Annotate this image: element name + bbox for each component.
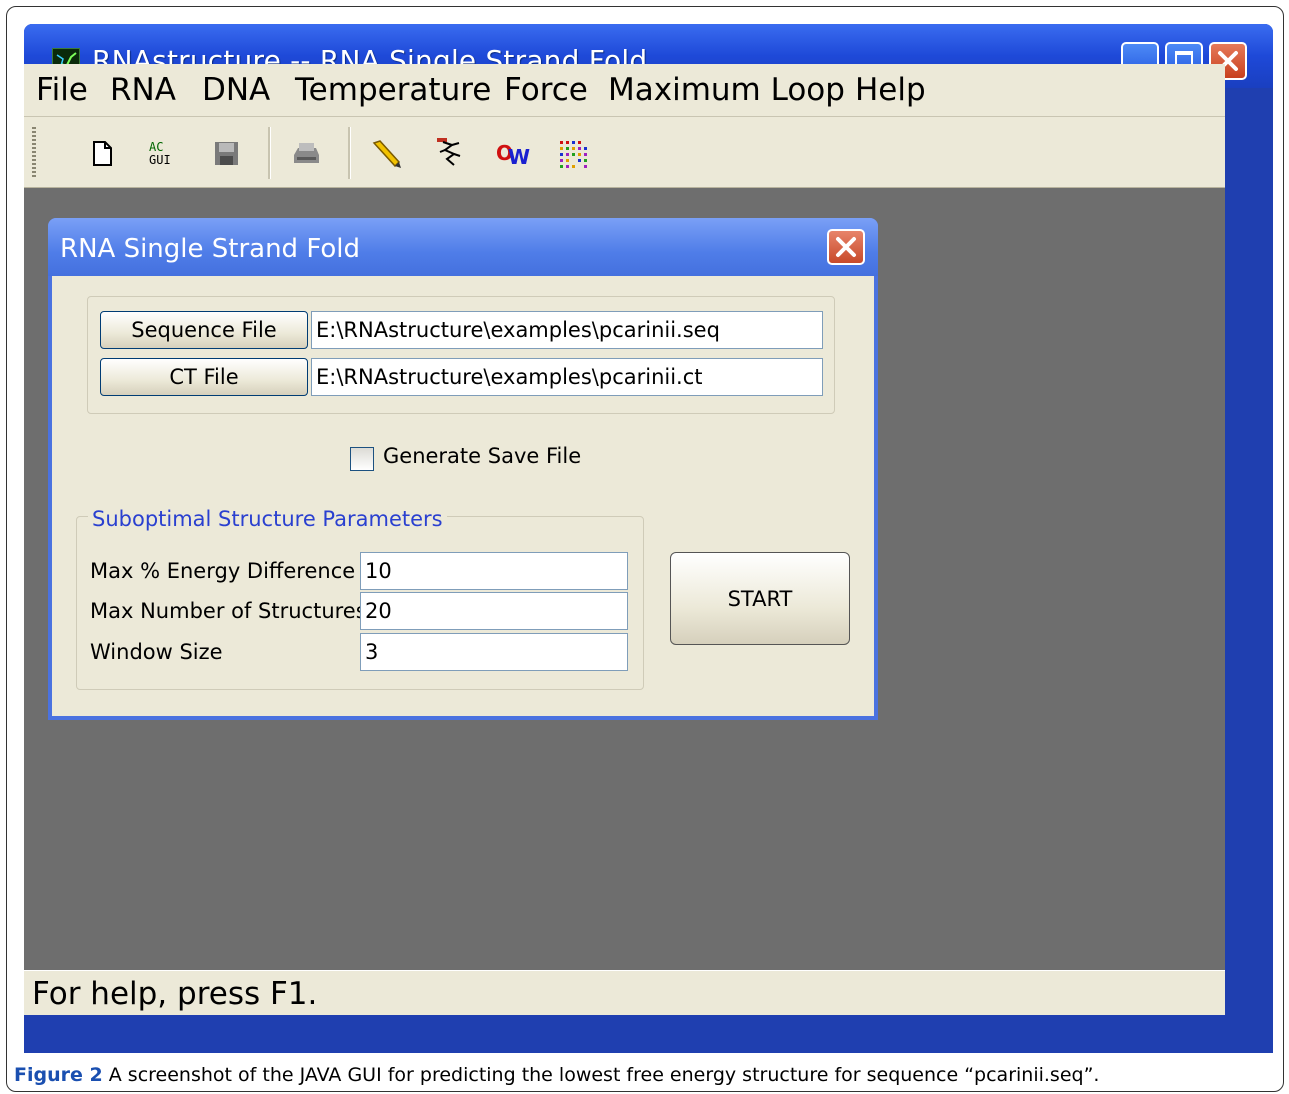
toolbar-separator	[348, 127, 351, 179]
toolbar-grip[interactable]	[32, 127, 36, 177]
draw-structure-icon[interactable]	[432, 135, 468, 171]
window-size-label: Window Size	[90, 640, 223, 664]
dot-plot-icon[interactable]	[556, 135, 592, 171]
svg-text:W: W	[508, 145, 530, 169]
menu-temperature[interactable]: Temperature	[295, 72, 491, 108]
menu-maximum-loop[interactable]: Maximum Loop	[608, 72, 845, 108]
dialog-body: Sequence File E:\RNAstructure\examples\p…	[52, 276, 874, 716]
pencil-icon[interactable]	[368, 135, 404, 171]
statusbar: For help, press F1.	[24, 970, 1225, 1015]
dialog-close-button[interactable]	[827, 229, 865, 265]
menubar: File RNA DNA Temperature Force Maximum L…	[24, 64, 1225, 117]
status-text: For help, press F1.	[32, 976, 318, 1012]
sequence-file-field[interactable]: E:\RNAstructure\examples\pcarinii.seq	[311, 311, 823, 349]
menu-help[interactable]: Help	[855, 72, 926, 108]
sequence-gui-icon[interactable]: AC GUI	[144, 135, 180, 171]
toolbar: AC GUI OW	[24, 117, 1225, 188]
dialog-title: RNA Single Strand Fold	[60, 234, 360, 264]
start-button[interactable]: START	[670, 552, 850, 645]
max-energy-label: Max % Energy Difference	[90, 559, 356, 583]
menu-dna[interactable]: DNA	[202, 72, 270, 108]
new-file-icon[interactable]	[84, 135, 120, 171]
ct-file-button[interactable]: CT File	[100, 358, 308, 396]
menu-force[interactable]: Force	[504, 72, 588, 108]
window-size-field[interactable]: 3	[360, 633, 628, 671]
ct-file-field[interactable]: E:\RNAstructure\examples\pcarinii.ct	[311, 358, 823, 396]
sequence-file-button[interactable]: Sequence File	[100, 311, 308, 349]
print-icon[interactable]	[288, 135, 324, 171]
svg-text:GUI: GUI	[149, 153, 171, 167]
caption-label: Figure 2	[14, 1064, 103, 1086]
generate-save-file-checkbox[interactable]	[350, 447, 374, 471]
dialog-titlebar[interactable]: RNA Single Strand Fold	[48, 218, 878, 276]
suboptimal-legend: Suboptimal Structure Parameters	[88, 507, 447, 531]
max-structures-field[interactable]: 20	[360, 592, 628, 630]
menu-file[interactable]: File	[36, 72, 88, 108]
figure-caption: Figure 2 A screenshot of the JAVA GUI fo…	[14, 1064, 1099, 1086]
toolbar-separator	[268, 127, 271, 179]
max-energy-field[interactable]: 10	[360, 552, 628, 590]
caption-text: A screenshot of the JAVA GUI for predict…	[102, 1064, 1100, 1086]
close-icon	[836, 237, 856, 257]
generate-save-file-label: Generate Save File	[383, 444, 582, 468]
svg-text:AC: AC	[149, 140, 163, 154]
menu-rna[interactable]: RNA	[110, 72, 176, 108]
fold-dialog: RNA Single Strand Fold Sequence File E:\…	[48, 218, 878, 720]
oligowalk-icon[interactable]: OW	[494, 135, 530, 171]
save-disk-icon[interactable]	[208, 135, 244, 171]
max-structures-label: Max Number of Structures	[90, 599, 367, 623]
